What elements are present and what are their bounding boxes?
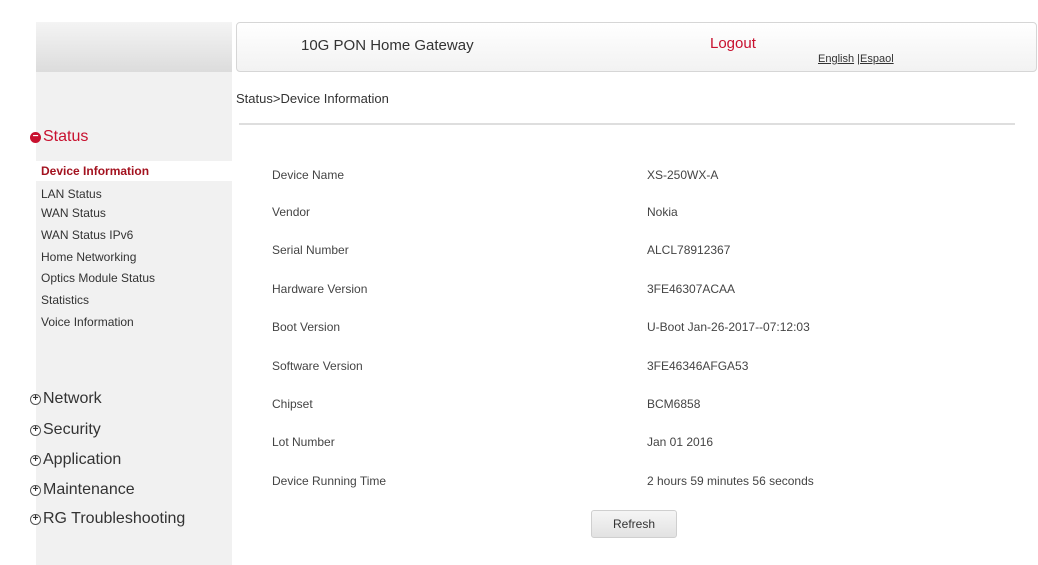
info-value: BCM6858	[647, 397, 701, 411]
sidebar-item-optics-module-status[interactable]: Optics Module Status	[36, 268, 232, 288]
lang-english-link[interactable]: English	[818, 53, 854, 65]
sidebar-section-label: Maintenance	[43, 481, 135, 498]
info-label: Serial Number	[272, 243, 349, 257]
gateway-title: 10G PON Home Gateway	[301, 37, 474, 54]
sidebar-section-network[interactable]: + Network	[30, 390, 102, 408]
sidebar-section-maintenance[interactable]: + Maintenance	[30, 481, 135, 499]
logo-area	[36, 22, 232, 72]
sidebar-section-label: RG Troubleshooting	[43, 510, 186, 527]
expand-icon: +	[30, 424, 41, 436]
expand-icon: +	[30, 454, 41, 466]
info-label: Chipset	[272, 397, 313, 411]
sidebar-item-statistics[interactable]: Statistics	[36, 290, 232, 310]
info-label: Device Running Time	[272, 474, 387, 488]
info-label: Boot Version	[272, 320, 341, 334]
sidebar-item-voice-information[interactable]: Voice Information	[36, 312, 232, 332]
expand-icon: +	[30, 393, 41, 405]
sidebar: − Status Device Information LAN Status W…	[30, 72, 232, 565]
info-label: Vendor	[272, 205, 311, 219]
sidebar-section-application[interactable]: + Application	[30, 451, 122, 469]
sidebar-item-lan-status[interactable]: LAN Status	[36, 184, 232, 204]
language-switcher: English |Espaol	[818, 53, 894, 65]
expand-icon: +	[30, 484, 41, 496]
info-value: U-Boot Jan-26-2017--07:12:03	[647, 320, 810, 334]
logout-link[interactable]: Logout	[710, 35, 756, 52]
info-label: Device Name	[272, 168, 345, 182]
breadcrumb: Status>Device Information	[236, 91, 389, 106]
info-label: Software Version	[272, 359, 363, 373]
sidebar-item-wan-status-ipv6[interactable]: WAN Status IPv6	[36, 225, 232, 245]
header-bar: 10G PON Home Gateway Logout English |Esp…	[236, 22, 1037, 72]
sidebar-section-label: Network	[43, 390, 102, 407]
refresh-button[interactable]: Refresh	[591, 510, 677, 538]
sidebar-section-label: Status	[43, 128, 89, 145]
sidebar-item-device-information[interactable]: Device Information	[36, 161, 232, 181]
sidebar-item-wan-status[interactable]: WAN Status	[36, 203, 232, 223]
info-label: Lot Number	[272, 435, 335, 449]
sidebar-section-label: Application	[43, 451, 122, 468]
sidebar-item-home-networking[interactable]: Home Networking	[36, 247, 232, 267]
info-value: 3FE46307ACAA	[647, 282, 736, 296]
info-value: XS-250WX-A	[647, 168, 719, 182]
expand-icon: +	[30, 513, 41, 525]
info-value: ALCL78912367	[647, 243, 731, 257]
sidebar-section-label: Security	[43, 421, 101, 438]
sidebar-section-rg-troubleshooting[interactable]: + RG Troubleshooting	[30, 510, 186, 528]
info-value: 2 hours 59 minutes 56 seconds	[647, 474, 814, 488]
info-value: Jan 01 2016	[647, 435, 714, 449]
info-value: Nokia	[647, 205, 678, 219]
sidebar-section-status[interactable]: − Status	[30, 128, 89, 146]
lang-espanol-link[interactable]: Espaol	[860, 53, 894, 65]
divider	[239, 123, 1015, 125]
sidebar-section-security[interactable]: + Security	[30, 421, 101, 439]
info-label: Hardware Version	[272, 282, 368, 296]
collapse-icon: −	[30, 131, 41, 143]
info-value: 3FE46346AFGA53	[647, 359, 749, 373]
